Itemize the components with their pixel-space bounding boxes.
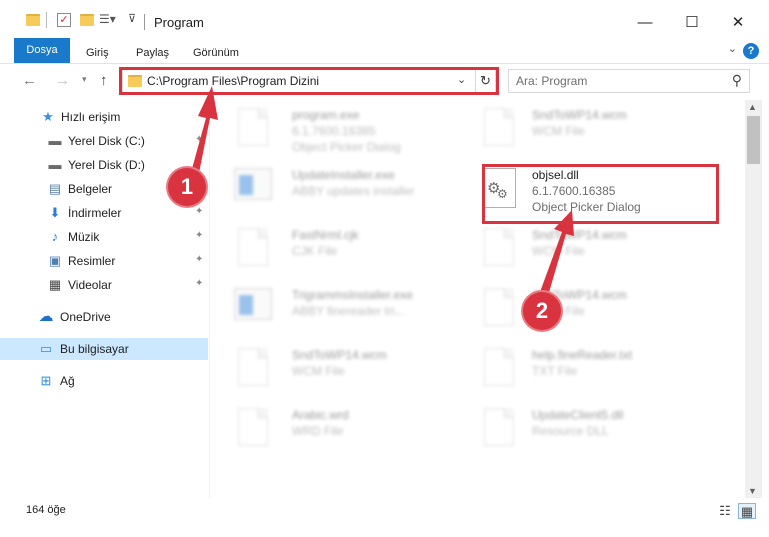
status-bar: 164 öğe ☷ ▦ bbox=[0, 500, 769, 537]
arrow-1 bbox=[190, 86, 218, 178]
scroll-down-icon[interactable]: ▼ bbox=[748, 486, 757, 496]
vertical-scrollbar[interactable]: ▲ ▼ bbox=[745, 100, 762, 498]
step-1-badge: 1 bbox=[168, 168, 206, 206]
scroll-up-icon[interactable]: ▲ bbox=[748, 102, 757, 112]
item-count: 164 öğe bbox=[26, 504, 66, 516]
annotation-arrows bbox=[190, 86, 574, 296]
step-2-badge: 2 bbox=[523, 292, 561, 330]
scroll-thumb[interactable] bbox=[747, 116, 760, 164]
arrow-2 bbox=[540, 210, 574, 296]
tiles-view-icon[interactable]: ▦ bbox=[738, 503, 756, 519]
details-view-icon[interactable]: ☷ bbox=[716, 503, 734, 519]
